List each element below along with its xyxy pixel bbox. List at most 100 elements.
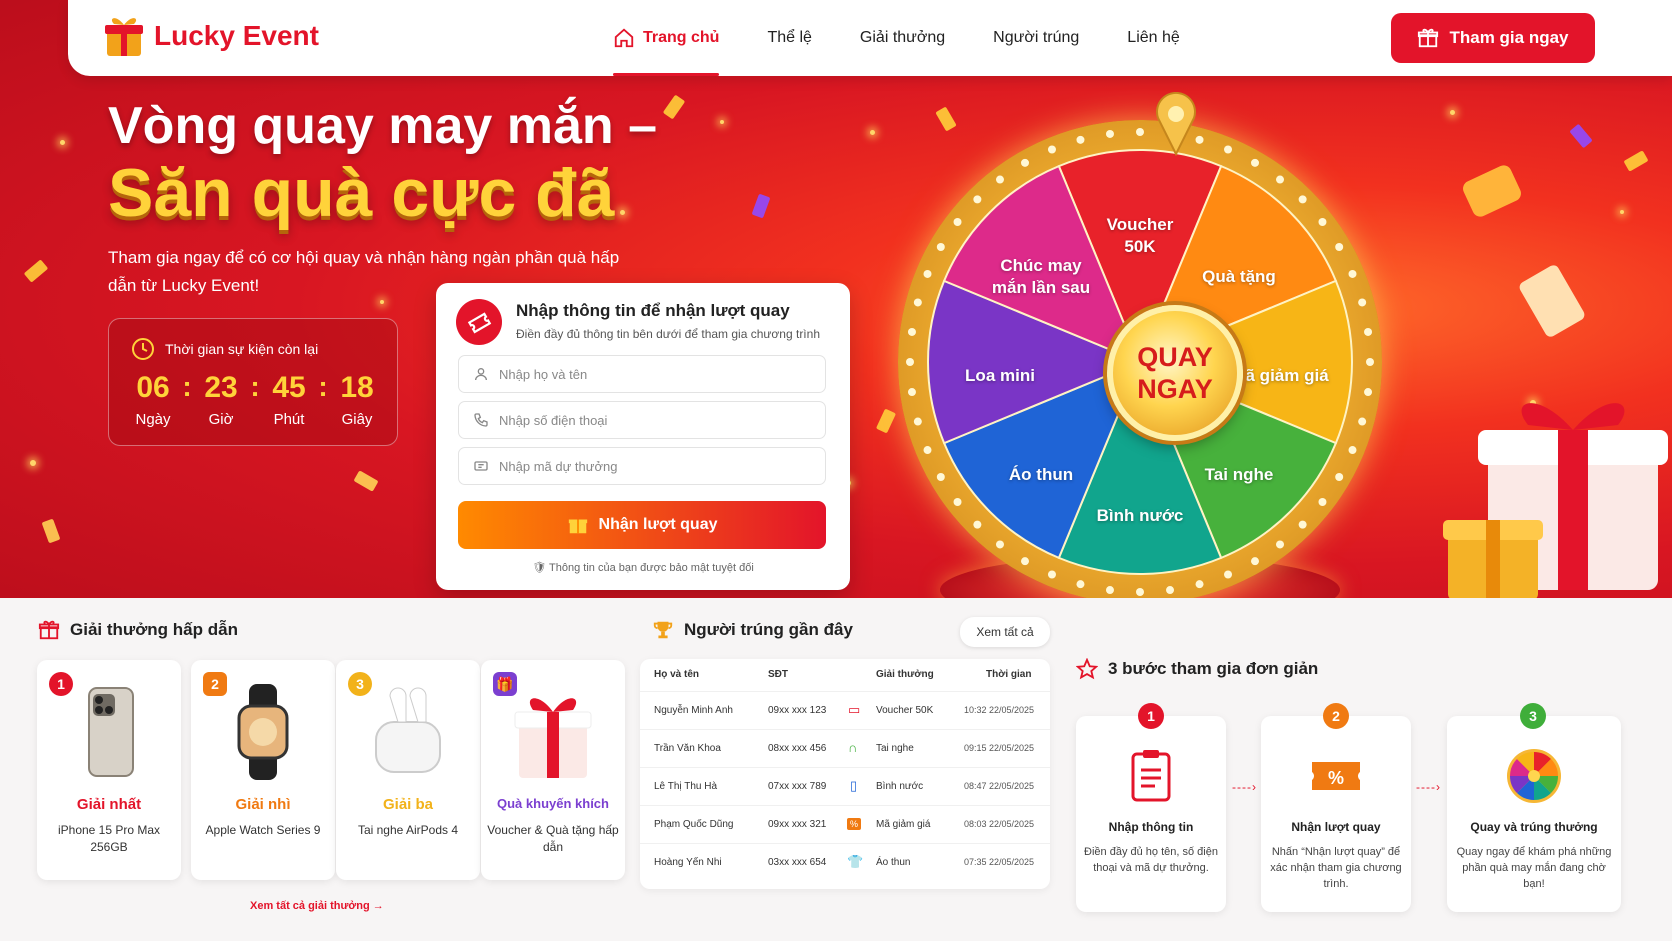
- dashed-arrow-icon: ----›: [1232, 780, 1257, 794]
- countdown-hours: 23 Giờ: [199, 371, 243, 428]
- table-row[interactable]: Trần Văn Khoa 08xx xxx 456 ∩ Tai nghe 09…: [640, 729, 1050, 767]
- see-all-prizes-label: Xem tất cả giải thưởng: [250, 900, 370, 912]
- wheel-segment-label: Áo thun: [1008, 464, 1074, 484]
- wheel-bulb: [907, 388, 916, 397]
- form-subtitle: Điền đầy đủ thông tin bên dưới để tham g…: [516, 327, 820, 341]
- get-spin-label: Nhận lượt quay: [598, 516, 718, 533]
- wheel-segment-label: Loa mini: [965, 366, 1035, 385]
- wheel-bulb: [1364, 327, 1373, 336]
- phone-input-placeholder: Nhập số điện thoại: [499, 412, 608, 428]
- winners-table: Họ và tên SĐT Giải thưởng Thời gian Nguy…: [640, 659, 1050, 889]
- see-all-winners-button[interactable]: Xem tất cả: [960, 617, 1050, 647]
- step-card-spin-win: Quay và trúng thưởng Quay ngay để khám p…: [1447, 716, 1621, 912]
- table-row[interactable]: Nguyễn Minh Anh 09xx xxx 123 ▭ Voucher 5…: [640, 691, 1050, 729]
- see-all-prizes-link[interactable]: Xem tất cả giải thưởng →: [250, 900, 384, 912]
- spin-entry-form: Nhập thông tin để nhận lượt quay Điền đầ…: [436, 283, 850, 590]
- prize-desc: Apple Watch Series 9: [205, 823, 321, 837]
- name-input[interactable]: Nhập họ và tên: [458, 355, 826, 393]
- wheel-segment-label: Chúc may mắn lần sau: [991, 256, 1091, 297]
- countdown-minutes-value: 45: [272, 371, 306, 404]
- nav-item-rules[interactable]: Thể lệ: [767, 0, 811, 76]
- wheel-bulb: [923, 269, 932, 278]
- winner-phone: 07xx xxx 789: [768, 781, 827, 792]
- clock-icon: [132, 338, 154, 360]
- countdown-hours-label: Giờ: [208, 411, 234, 428]
- prize-card-consolation[interactable]: 🎁 Quà khuyến khích Voucher & Quà tặng hấ…: [481, 660, 625, 880]
- wheel-bulb: [913, 298, 922, 307]
- prize-card-second[interactable]: 2 Giải nhì Apple Watch Series 9: [191, 660, 335, 880]
- prize-card-first[interactable]: 1 Giải nhất iPhone 15 Pro Max 256GB: [37, 660, 181, 880]
- wheel-segment-label: Tai nghe: [1204, 464, 1274, 484]
- spin-now-label-line2: NGAY: [1137, 374, 1213, 404]
- brand-logo[interactable]: Lucky Event: [104, 14, 319, 58]
- column-header-prize: Giải thưởng: [876, 669, 934, 680]
- wheel-bulb: [906, 358, 914, 366]
- prize-name: Giải nhì: [235, 796, 291, 813]
- winner-name: Trần Văn Khoa: [654, 743, 721, 754]
- clipboard-icon: [1131, 750, 1171, 802]
- gift-icon: [38, 620, 60, 640]
- winner-phone: 08xx xxx 456: [768, 743, 827, 754]
- winners-heading: Người trúng gần đây: [652, 619, 853, 641]
- countdown-panel: Thời gian sự kiện còn lại 06 Ngày : 23 Giờ…: [108, 318, 398, 446]
- nav-item-label: Người trúng: [993, 29, 1080, 46]
- wheel-bulb: [1298, 195, 1307, 204]
- secure-note-text: Thông tin của bạn được bảo mật tuyệt đối: [549, 562, 754, 574]
- wheel-bulb: [936, 473, 945, 481]
- nav-item-prizes[interactable]: Giải thưởng: [860, 0, 945, 76]
- spin-now-button[interactable]: QUAY NGAY: [1107, 305, 1243, 441]
- countdown-days-value: 06: [136, 371, 170, 404]
- table-row[interactable]: Lê Thị Thu Hà 07xx xxx 789 ▯ Bình nước 0…: [640, 767, 1050, 805]
- bottle-icon: ▯: [850, 778, 858, 793]
- countdown-minutes-label: Phút: [273, 411, 305, 428]
- earbuds-icon: [375, 687, 441, 773]
- nav-item-contact[interactable]: Liên hệ: [1127, 0, 1180, 76]
- wheel-bulb: [1136, 128, 1144, 136]
- winner-prize: Voucher 50K: [876, 705, 934, 716]
- wheel-bulb: [913, 417, 922, 426]
- countdown-header: Thời gian sự kiện còn lại: [131, 337, 318, 361]
- wheel-bulb: [1105, 129, 1114, 138]
- prize-desc: iPhone 15 Pro Max 256GB: [57, 823, 161, 854]
- code-input[interactable]: Nhập mã dự thưởng: [458, 447, 826, 485]
- winner-time: 10:32 22/05/2025: [964, 705, 1035, 715]
- wheel-segment-label: Quà tặng: [1202, 267, 1276, 286]
- winner-prize: Áo thun: [876, 857, 911, 868]
- step-number: 3: [1520, 703, 1546, 729]
- wheel-bulb: [1335, 243, 1344, 251]
- step-title: Nhận lượt quay: [1291, 820, 1381, 834]
- step-desc: Điền đầy đủ họ tên, số điện thoại và mã …: [1084, 846, 1218, 874]
- winner-prize: Bình nước: [876, 781, 924, 792]
- wheel-bulb: [1348, 446, 1357, 455]
- nav-item-label: Thể lệ: [767, 29, 812, 46]
- countdown-minutes: 45 Phút: [267, 371, 311, 428]
- nav-item-winners[interactable]: Người trúng: [993, 0, 1079, 76]
- phone-input[interactable]: Nhập số điện thoại: [458, 401, 826, 439]
- trophy-icon: [653, 621, 673, 639]
- winner-time: 08:47 22/05/2025: [964, 781, 1035, 791]
- wheel-bulb: [973, 520, 982, 529]
- winner-phone: 09xx xxx 123: [768, 705, 827, 716]
- spin-now-label-line1: QUAY: [1137, 342, 1213, 372]
- table-row[interactable]: Hoàng Yến Nhi 03xx xxx 654 👕 Áo thun 07:…: [640, 843, 1050, 881]
- form-ticket-icon: [456, 299, 502, 345]
- wheel-bulb: [953, 498, 962, 507]
- nav-item-home[interactable]: Trang chủ: [613, 0, 720, 76]
- countdown-separator: :: [318, 371, 328, 402]
- winner-name: Phạm Quốc Dũng: [654, 819, 734, 830]
- table-row[interactable]: Phạm Quốc Dũng 09xx xxx 321 % Mã giảm gi…: [640, 805, 1050, 843]
- winner-time: 09:15 22/05/2025: [964, 743, 1035, 753]
- wheel-bulb: [1335, 473, 1344, 481]
- get-spin-button[interactable]: Nhận lượt quay: [458, 501, 826, 549]
- prize-desc: Voucher & Quà tặng hấp dẫn: [487, 823, 619, 854]
- wheel-bulb: [1348, 269, 1357, 278]
- prize-card-third[interactable]: 3 Giải ba Tai nghe AirPods 4: [336, 660, 480, 880]
- tshirt-icon: 👕: [847, 854, 864, 869]
- wheel-bulb: [1195, 580, 1204, 589]
- countdown-separator: :: [250, 371, 260, 402]
- prizes-title: Giải thưởng hấp dẫn: [70, 620, 238, 639]
- join-now-button[interactable]: Tham gia ngay: [1391, 13, 1595, 63]
- winner-name: Hoàng Yến Nhi: [654, 857, 722, 868]
- wheel-bulb: [1166, 586, 1175, 595]
- wheel-bulb: [1105, 586, 1114, 595]
